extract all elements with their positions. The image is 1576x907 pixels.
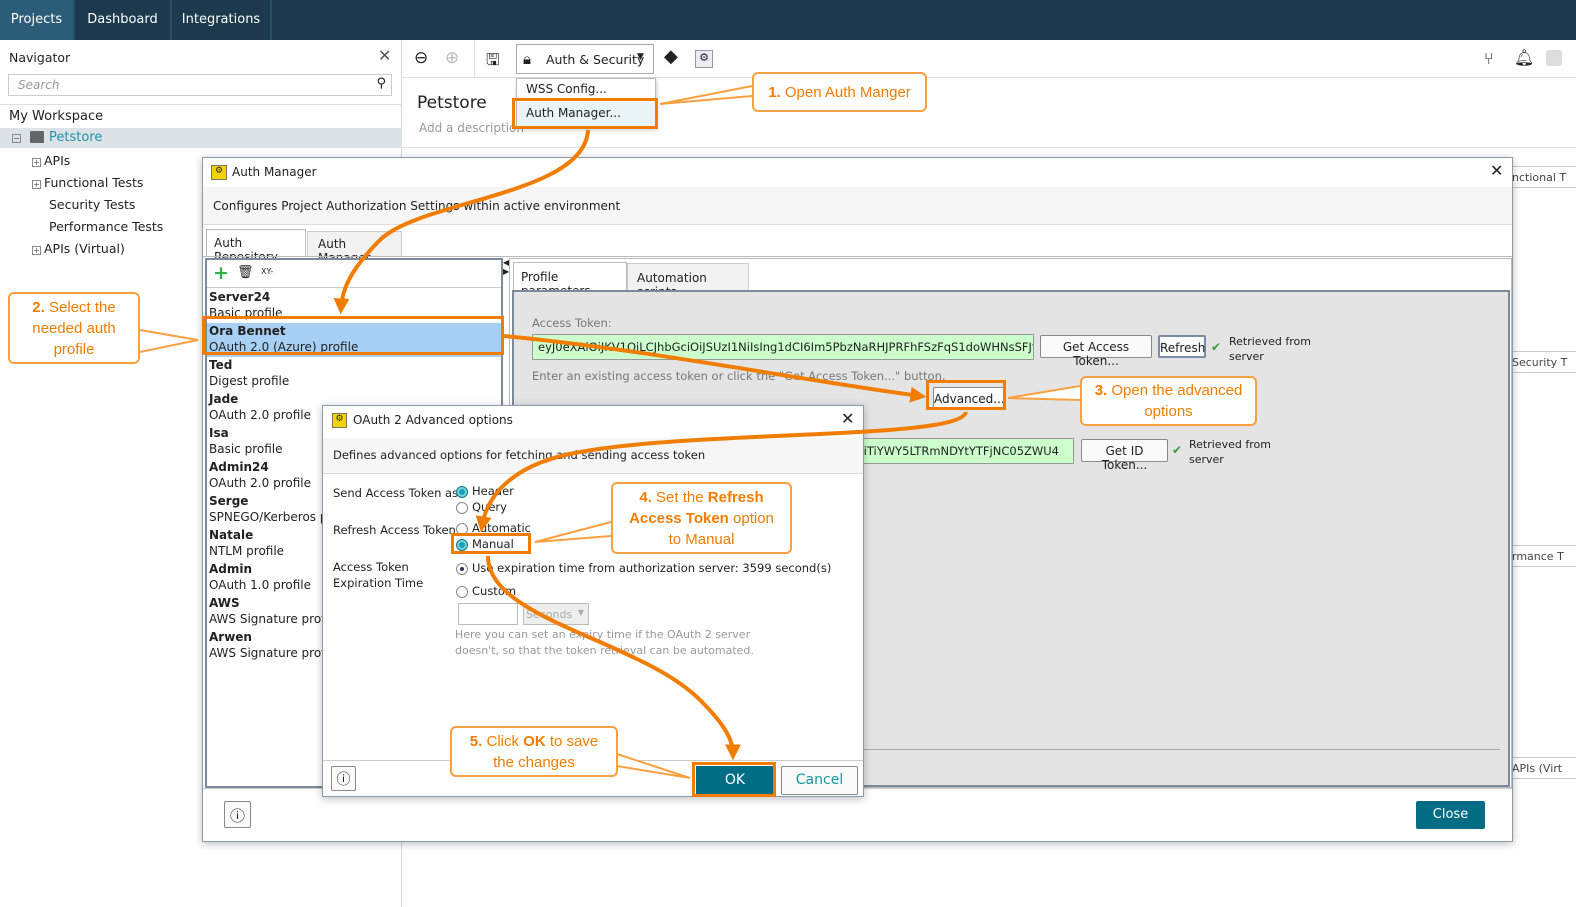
callout-tail bbox=[139, 329, 199, 353]
callout-step-5: 5. Click OK to save the changes bbox=[450, 726, 618, 777]
callout-tail bbox=[616, 753, 691, 779]
callout-step-3: 3. Open the advanced options bbox=[1080, 376, 1257, 426]
callout-step-2: 2. Select the needed auth profile bbox=[8, 292, 140, 364]
callout-tail bbox=[1007, 385, 1081, 401]
arrow-4 bbox=[486, 555, 741, 761]
callout-step-1: 1. Open Auth Manger bbox=[752, 72, 927, 112]
callout-step-4: 4. Set the Refresh Access Token option t… bbox=[611, 482, 792, 554]
callout-tail bbox=[534, 521, 612, 543]
arrow-1 bbox=[333, 129, 590, 315]
arrow-2 bbox=[503, 334, 927, 403]
callout-tail bbox=[659, 85, 753, 105]
annotation-arrows bbox=[139, 85, 1081, 779]
